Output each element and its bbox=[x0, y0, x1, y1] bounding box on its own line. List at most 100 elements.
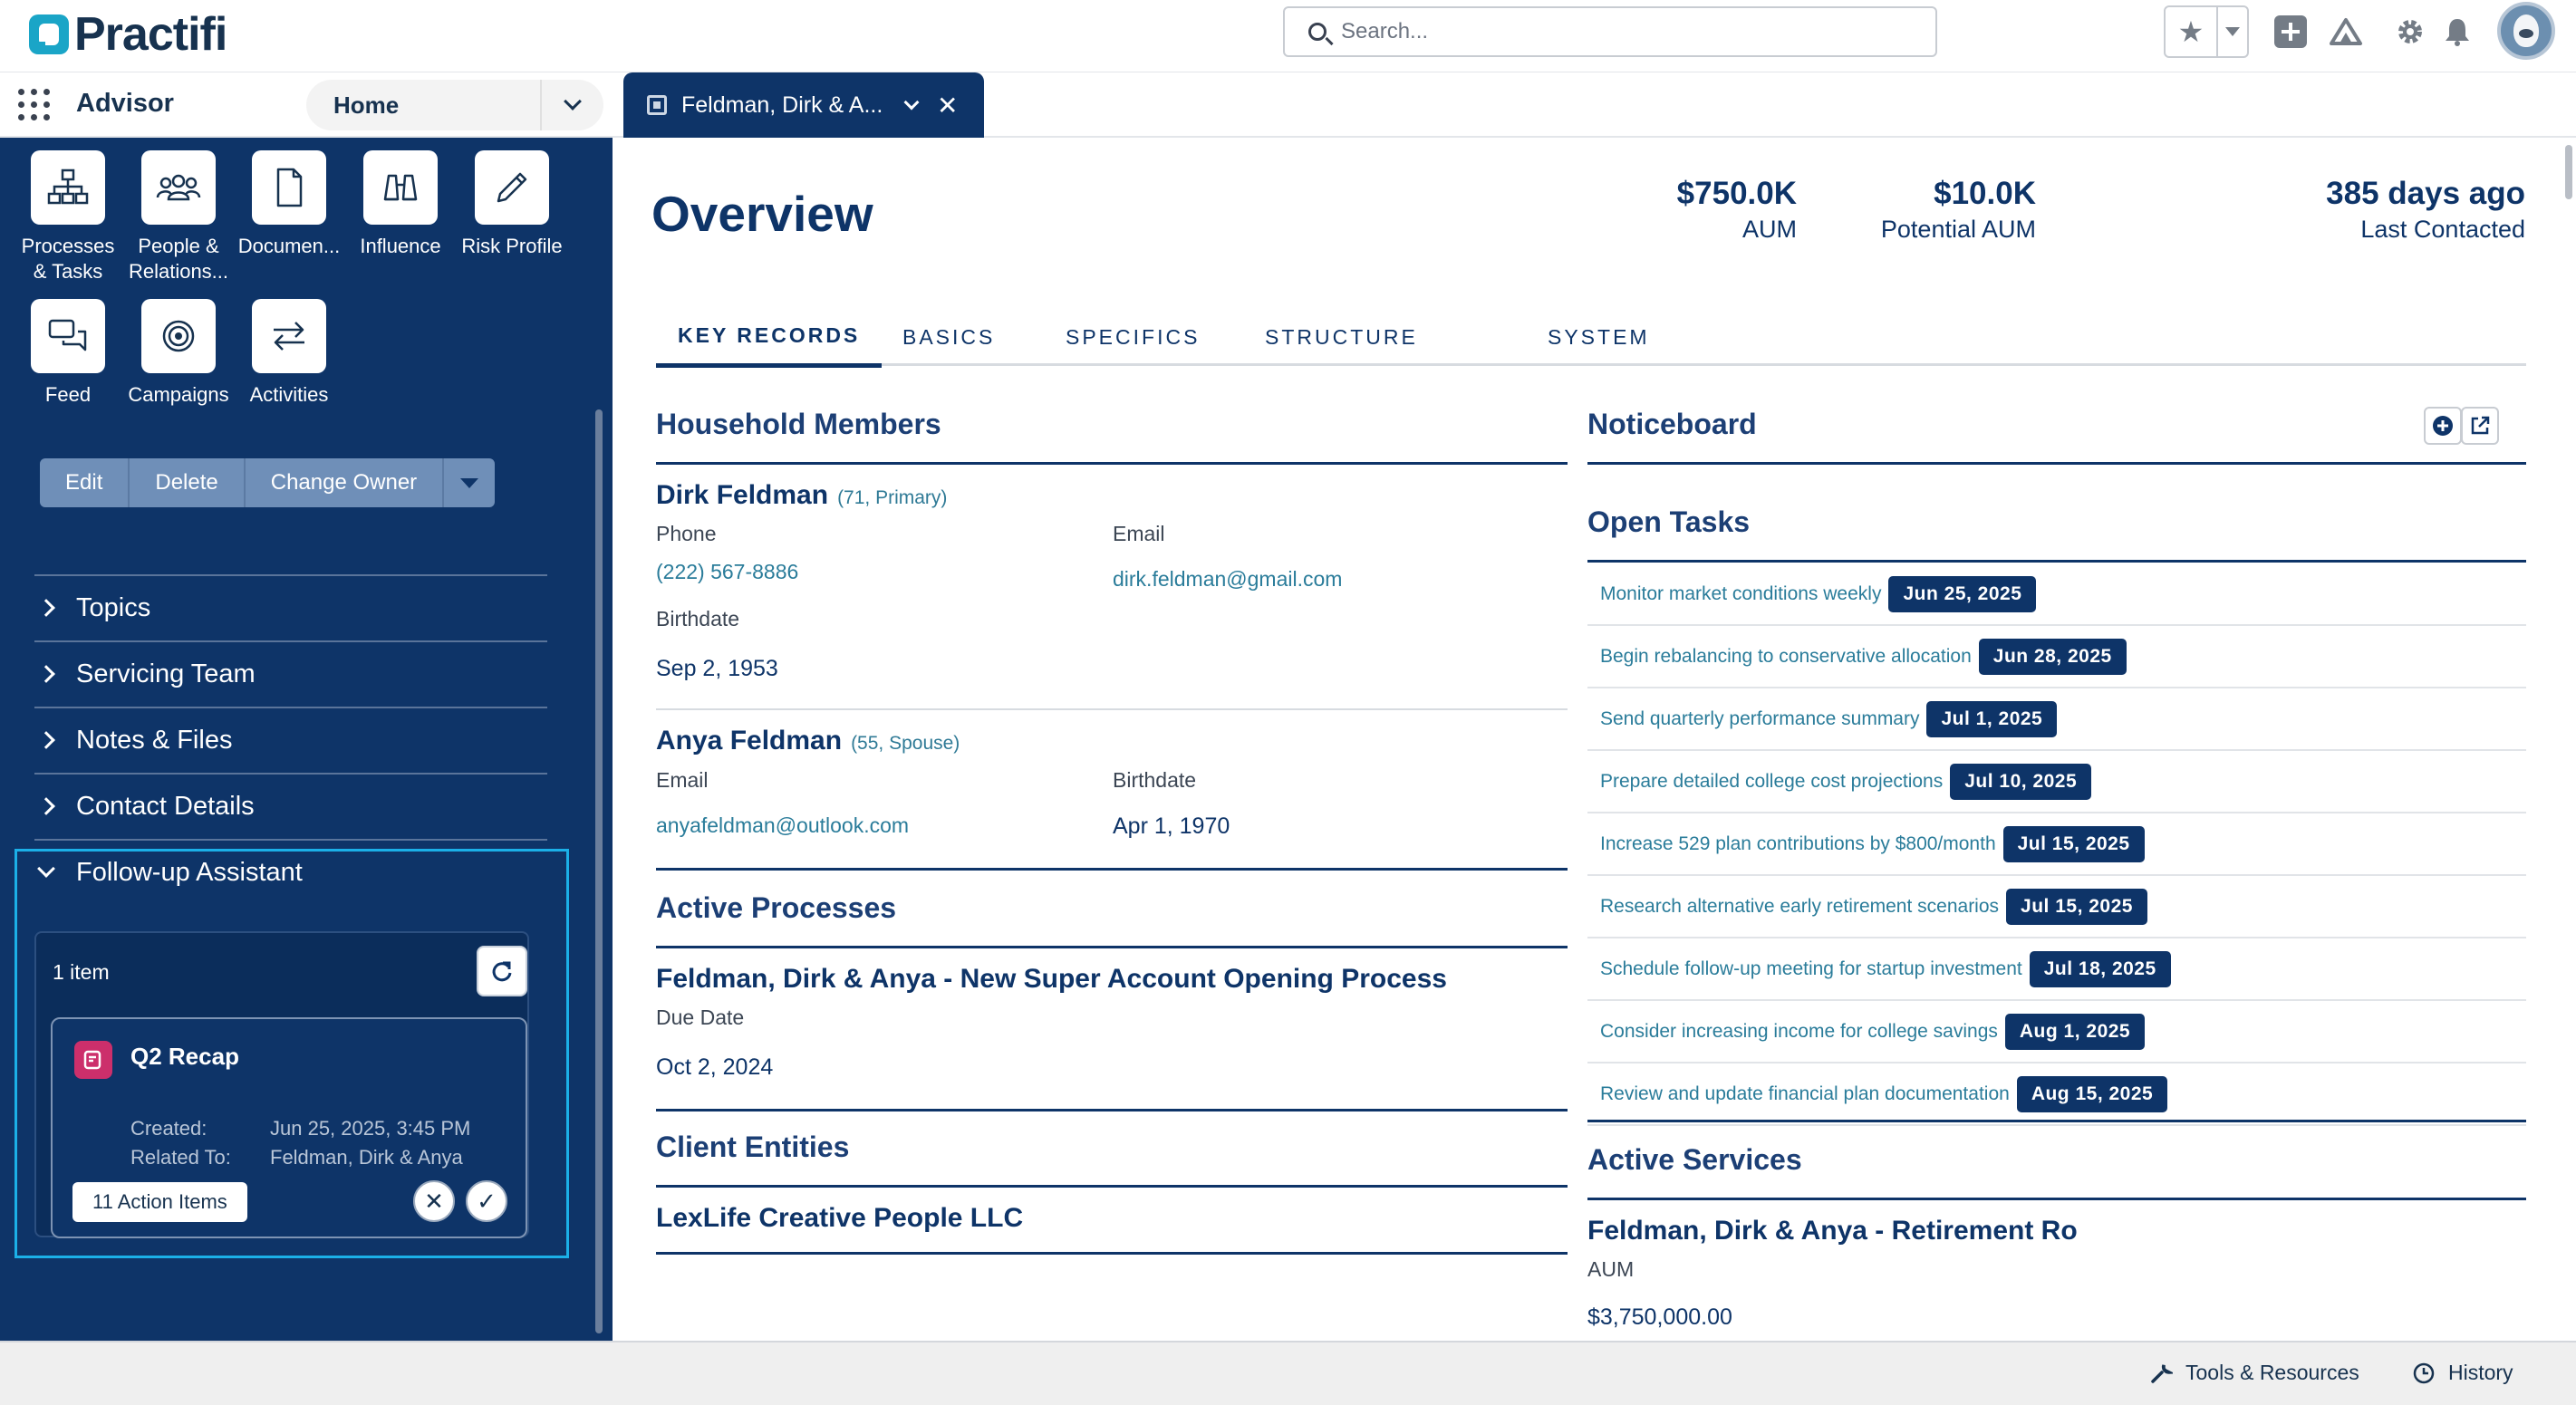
tab-key-records[interactable]: KEY RECORDS bbox=[656, 308, 883, 368]
quick-action-risk-profile[interactable]: Risk Profile bbox=[458, 150, 566, 259]
metric-aum: $750.0K AUM bbox=[1677, 176, 1797, 244]
service-link[interactable]: Feldman, Dirk & Anya - Retirement Ro bbox=[1587, 1216, 2078, 1246]
task-name-link[interactable]: Consider increasing income for college s… bbox=[1600, 1021, 1998, 1043]
task-row[interactable]: Research alternative early retirement sc… bbox=[1587, 876, 2526, 938]
trailhead-button[interactable] bbox=[2325, 5, 2367, 58]
chevron-down-icon[interactable] bbox=[903, 94, 920, 111]
edit-button[interactable]: Edit bbox=[40, 458, 130, 507]
favorites-dropdown-button[interactable] bbox=[2218, 7, 2247, 56]
task-name-link[interactable]: Begin rebalancing to conservative alloca… bbox=[1600, 646, 1972, 668]
chevron-down-icon bbox=[564, 92, 582, 111]
recap-card[interactable]: Q2 Recap Created: Jun 25, 2025, 3:45 PM … bbox=[51, 1017, 527, 1238]
section-topics[interactable]: Topics bbox=[34, 574, 547, 640]
section-label: Contact Details bbox=[76, 791, 255, 821]
tab-basics[interactable]: BASICS bbox=[902, 308, 995, 366]
member-meta: (55, Spouse) bbox=[851, 733, 960, 754]
birthdate-value: Sep 2, 1953 bbox=[656, 656, 778, 681]
dismiss-button[interactable]: ✕ bbox=[413, 1180, 455, 1222]
nav-menu-selected: Home bbox=[333, 91, 400, 119]
tools-resources-button[interactable]: Tools & Resources bbox=[2149, 1361, 2359, 1385]
app-launcher-icon[interactable] bbox=[18, 89, 51, 121]
section-label: Topics bbox=[76, 592, 151, 622]
setup-button[interactable] bbox=[2392, 5, 2428, 58]
main-scrollbar[interactable] bbox=[2565, 145, 2572, 199]
task-row[interactable]: Send quarterly performance summary Jul 1,… bbox=[1587, 688, 2526, 751]
change-owner-button[interactable]: Change Owner bbox=[246, 458, 445, 507]
household-members-title: Household Members bbox=[656, 408, 941, 440]
task-due-badge: Jul 1, 2025 bbox=[1926, 700, 2058, 737]
email-label: Email bbox=[1113, 522, 1165, 545]
task-row[interactable]: Consider increasing income for college s… bbox=[1587, 1001, 2526, 1063]
email-link[interactable]: dirk.feldman@gmail.com bbox=[1113, 567, 1342, 592]
open-tasks-title: Open Tasks bbox=[1587, 505, 1751, 538]
task-name-link[interactable]: Send quarterly performance summary bbox=[1600, 708, 1919, 730]
tab-system[interactable]: SYSTEM bbox=[1548, 308, 1650, 366]
quick-action-people[interactable]: People & Relations... bbox=[124, 150, 233, 284]
chevron-right-icon bbox=[37, 797, 55, 815]
created-label: Created: bbox=[130, 1117, 207, 1140]
pencil-icon bbox=[497, 172, 527, 203]
section-servicing-team[interactable]: Servicing Team bbox=[34, 640, 547, 706]
chevron-right-icon bbox=[37, 731, 55, 749]
task-name-link[interactable]: Monitor market conditions weekly bbox=[1600, 583, 1881, 605]
user-avatar[interactable] bbox=[2497, 2, 2555, 60]
task-row[interactable]: Prepare detailed college cost projection… bbox=[1587, 751, 2526, 813]
quick-action-processes[interactable]: Processes & Tasks bbox=[14, 150, 122, 284]
task-name-link[interactable]: Research alternative early retirement sc… bbox=[1600, 896, 1999, 918]
record-tab-label: Feldman, Dirk & A... bbox=[681, 91, 883, 118]
task-name-link[interactable]: Review and update financial plan documen… bbox=[1600, 1083, 2010, 1105]
quick-action-box bbox=[141, 299, 216, 373]
global-add-button[interactable] bbox=[2272, 5, 2309, 58]
process-link[interactable]: Feldman, Dirk & Anya - New Super Account… bbox=[656, 964, 1447, 995]
member-name[interactable]: Dirk Feldman (71, Primary) bbox=[656, 480, 947, 511]
task-name-link[interactable]: Schedule follow-up meeting for startup i… bbox=[1600, 958, 2022, 980]
task-row[interactable]: Begin rebalancing to conservative alloca… bbox=[1587, 626, 2526, 688]
task-row[interactable]: Increase 529 plan contributions by $800/… bbox=[1587, 813, 2526, 876]
noticeboard-open-button[interactable] bbox=[2461, 407, 2499, 445]
aum-value: $3,750,000.00 bbox=[1587, 1304, 1732, 1330]
notifications-button[interactable] bbox=[2439, 5, 2475, 58]
quick-action-feed[interactable]: Feed bbox=[14, 299, 122, 408]
star-icon[interactable]: ★ bbox=[2166, 7, 2218, 56]
tab-structure[interactable]: STRUCTURE bbox=[1265, 308, 1418, 366]
global-search-input[interactable]: Search... bbox=[1283, 6, 1937, 57]
quick-action-influence[interactable]: Influence bbox=[346, 150, 455, 259]
nav-menu-select[interactable]: Home bbox=[306, 80, 603, 130]
binoculars-icon bbox=[383, 174, 418, 201]
practifi-logo[interactable]: Practifi bbox=[29, 7, 227, 62]
task-row[interactable]: Schedule follow-up meeting for startup i… bbox=[1587, 938, 2526, 1001]
quick-action-campaigns[interactable]: Campaigns bbox=[124, 299, 233, 408]
chat-icon bbox=[48, 319, 87, 351]
task-name-link[interactable]: Prepare detailed college cost projection… bbox=[1600, 771, 1943, 793]
external-link-icon bbox=[2471, 416, 2490, 435]
member-name[interactable]: Anya Feldman (55, Spouse) bbox=[656, 726, 960, 756]
quick-action-label: Activities bbox=[249, 383, 329, 406]
task-row[interactable]: Monitor market conditions weekly Jun 25, … bbox=[1587, 563, 2526, 626]
task-row[interactable]: Review and update financial plan documen… bbox=[1587, 1063, 2526, 1126]
entity-link[interactable]: LexLife Creative People LLC bbox=[656, 1203, 1023, 1234]
task-name-link[interactable]: Increase 529 plan contributions by $800/… bbox=[1600, 833, 1996, 855]
section-divider bbox=[656, 1185, 1568, 1188]
phone-link[interactable]: (222) 567-8886 bbox=[656, 560, 798, 584]
section-notes-files[interactable]: Notes & Files bbox=[34, 707, 547, 772]
sidebar-scrollbar[interactable] bbox=[595, 409, 603, 1333]
delete-button[interactable]: Delete bbox=[130, 458, 246, 507]
more-actions-button[interactable] bbox=[444, 458, 495, 507]
close-icon[interactable]: ✕ bbox=[937, 91, 958, 120]
email-link[interactable]: anyafeldman@outlook.com bbox=[656, 813, 909, 838]
noticeboard-add-button[interactable] bbox=[2424, 407, 2462, 445]
record-tab[interactable]: Feldman, Dirk & A... ✕ bbox=[623, 72, 984, 138]
action-items-button[interactable]: 11 Action Items bbox=[72, 1182, 247, 1222]
section-contact-details[interactable]: Contact Details bbox=[34, 773, 547, 838]
quick-action-box bbox=[31, 150, 105, 225]
quick-action-activities[interactable]: Activities bbox=[235, 299, 343, 408]
member-name-text: Anya Feldman bbox=[656, 726, 843, 755]
metric-value: $10.0K bbox=[1934, 176, 2036, 211]
history-button[interactable]: History bbox=[2412, 1361, 2513, 1385]
quick-action-documents[interactable]: Documen... bbox=[235, 150, 343, 259]
tab-specifics[interactable]: SPECIFICS bbox=[1066, 308, 1200, 366]
refresh-button[interactable] bbox=[477, 946, 527, 996]
approve-button[interactable]: ✓ bbox=[466, 1180, 507, 1222]
nav-menu-dropdown-button[interactable] bbox=[540, 80, 603, 130]
quick-action-box bbox=[141, 150, 216, 225]
